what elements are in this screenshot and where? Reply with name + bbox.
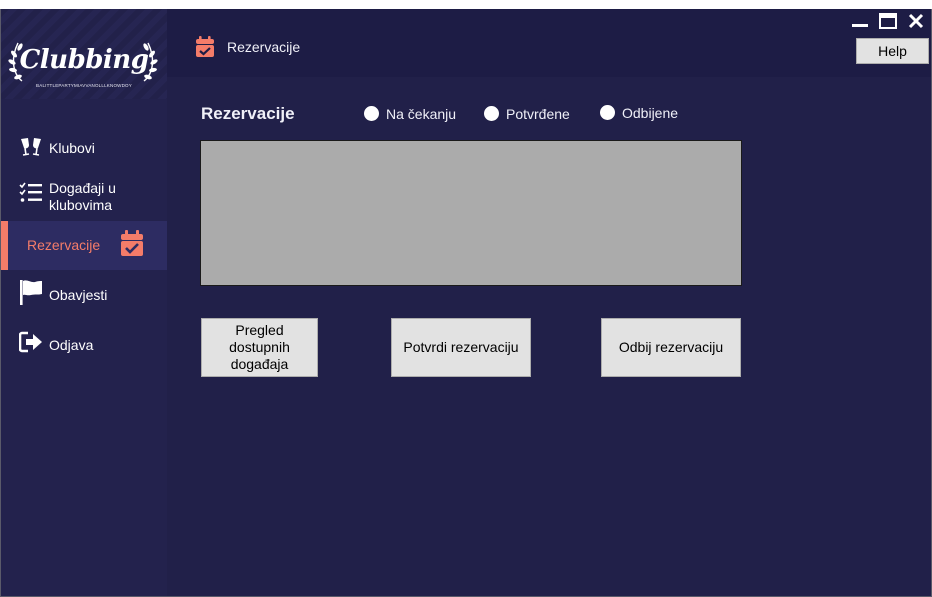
- logo-subtitle: BALITTLEPARTYMIAVVANOLLLKNOWDOY: [36, 83, 132, 88]
- radio-label: Odbijene: [622, 105, 679, 121]
- sidebar-item-label: Rezervacije: [27, 237, 101, 253]
- reject-reservation-button[interactable]: Odbij rezervaciju: [601, 318, 741, 377]
- radio-label: Na čekanju: [386, 106, 457, 122]
- app-window: Clubbing BALITTLEPARTYMIAVVANOLLLKNOWDOY…: [0, 9, 932, 597]
- page-title: Rezervacije: [227, 39, 301, 55]
- sidebar-item-label: Klubovi: [49, 140, 95, 156]
- reservations-grid[interactable]: [200, 140, 742, 286]
- sidebar-item-label: Događaji u klubovima: [49, 180, 116, 213]
- sidebar-item-obavjesti[interactable]: Obavjesti: [1, 279, 167, 313]
- calendar-check-icon: [121, 230, 143, 256]
- sidebar-item-label: Obavjesti: [49, 287, 108, 303]
- sidebar-item-odjava[interactable]: Odjava: [1, 329, 167, 363]
- sidebar-item-klubovi[interactable]: Klubovi: [1, 130, 167, 164]
- section-title: Rezervacije: [201, 104, 295, 123]
- laurel-right-icon: [143, 42, 158, 82]
- sidebar: Clubbing BALITTLEPARTYMIAVVANOLLLKNOWDOY…: [1, 9, 167, 596]
- confirm-reservation-button[interactable]: Potvrdi rezervaciju: [391, 318, 531, 377]
- header-bar: Rezervacije: [167, 9, 931, 77]
- calendar-check-icon: [196, 36, 214, 57]
- checklist-icon: [19, 182, 42, 202]
- flag-icon: [20, 280, 42, 305]
- view-events-button[interactable]: Pregled dostupnih događaja: [201, 318, 318, 377]
- radio-button[interactable]: [600, 105, 615, 120]
- help-button[interactable]: Help: [856, 38, 929, 64]
- radio-button[interactable]: [484, 106, 499, 121]
- sidebar-item-dogadaji[interactable]: Događaji u klubovima: [1, 177, 167, 219]
- logo: Clubbing BALITTLEPARTYMIAVVANOLLLKNOWDOY: [1, 9, 167, 99]
- active-indicator: [1, 221, 8, 270]
- radio-label: Potvrđene: [506, 106, 570, 122]
- sidebar-item-label: Odjava: [49, 337, 94, 353]
- logout-icon: [19, 331, 42, 353]
- cheers-icon: [21, 138, 41, 156]
- close-icon[interactable]: [906, 13, 926, 30]
- radio-button[interactable]: [364, 106, 379, 121]
- minimize-icon[interactable]: [850, 13, 870, 30]
- maximize-icon[interactable]: [878, 13, 898, 30]
- sidebar-item-rezervacije[interactable]: Rezervacije: [1, 221, 167, 270]
